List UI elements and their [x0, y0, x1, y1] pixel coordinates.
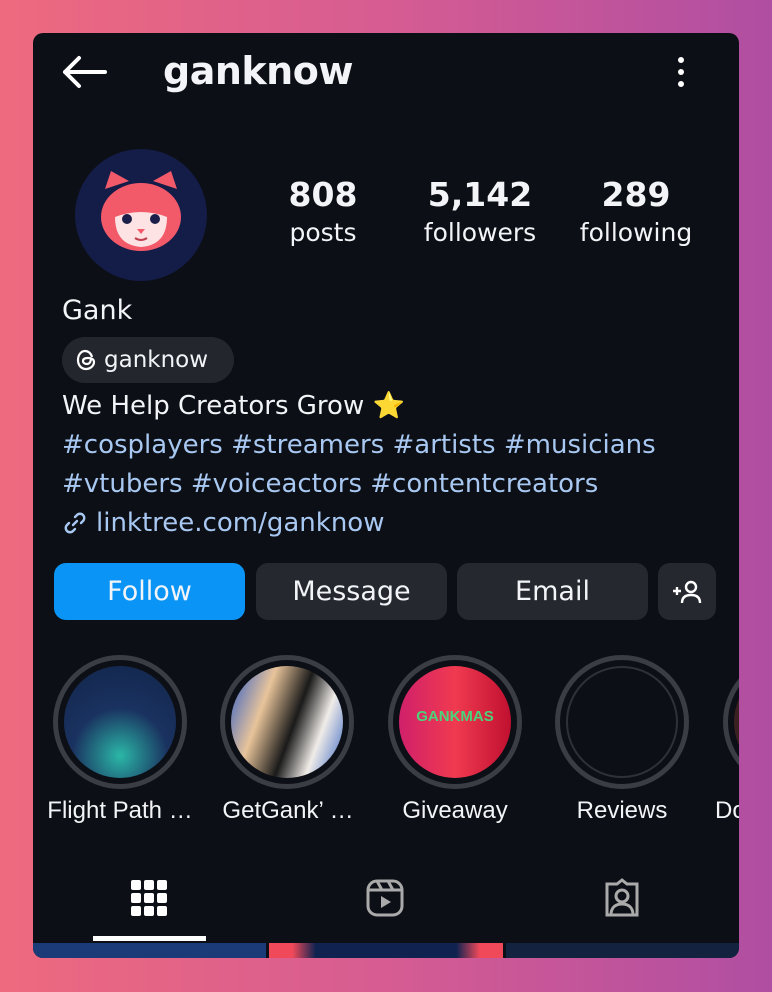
avatar[interactable] — [75, 149, 207, 281]
follow-button[interactable]: Follow — [54, 563, 245, 620]
highlight-label: Do — [715, 797, 739, 824]
profile-card: ganknow 808 posts 5,142 followers 289 fo… — [33, 33, 739, 958]
bio-link[interactable]: linktree.com/ganknow — [62, 508, 384, 538]
stat-posts[interactable]: 808 posts — [273, 175, 373, 247]
red-panda-logo-icon — [101, 171, 181, 251]
stat-followers[interactable]: 5,142 followers — [413, 175, 547, 247]
highlight-reviews[interactable] — [555, 655, 689, 789]
stat-following[interactable]: 289 following — [569, 175, 703, 247]
back-arrow-icon[interactable] — [61, 55, 107, 89]
profile-username: ganknow — [163, 49, 353, 93]
suggested-users-button[interactable] — [658, 563, 716, 620]
highlight-label: GetGank’ … — [222, 797, 354, 824]
posts-grid-preview — [33, 943, 739, 958]
post-thumbnail[interactable] — [33, 943, 267, 958]
post-thumbnail[interactable] — [505, 943, 739, 958]
reels-icon[interactable] — [365, 878, 405, 918]
more-options-icon[interactable] — [671, 55, 691, 89]
grid-icon[interactable] — [129, 878, 169, 918]
threads-icon — [76, 349, 96, 371]
link-icon — [64, 512, 86, 534]
email-button[interactable]: Email — [457, 563, 648, 620]
highlight-getgank[interactable] — [220, 655, 354, 789]
threads-handle: ganknow — [104, 347, 209, 373]
highlight-label: Flight Path … — [47, 797, 193, 824]
threads-badge[interactable]: ganknow — [62, 337, 234, 383]
bio-text: We Help Creators Grow ⭐ — [62, 391, 405, 421]
post-thumbnail[interactable] — [269, 943, 503, 958]
highlight-flight-path[interactable] — [53, 655, 187, 789]
highlight-giveaway[interactable]: GANKMAS — [388, 655, 522, 789]
highlight-label: Reviews — [576, 797, 668, 824]
message-button[interactable]: Message — [256, 563, 447, 620]
display-name: Gank — [62, 295, 133, 326]
highlight-label: Giveaway — [402, 797, 508, 824]
bio-hashtags-1[interactable]: #cosplayers #streamers #artists #musicia… — [62, 430, 656, 460]
gankmas-logo: GANKMAS — [416, 708, 494, 725]
highlight-do[interactable] — [723, 655, 739, 789]
active-tab-indicator — [93, 936, 206, 941]
tagged-icon[interactable] — [602, 878, 642, 918]
add-person-icon — [673, 580, 702, 603]
bio-hashtags-2[interactable]: #vtubers #voiceactors #contentcreators — [62, 469, 598, 499]
